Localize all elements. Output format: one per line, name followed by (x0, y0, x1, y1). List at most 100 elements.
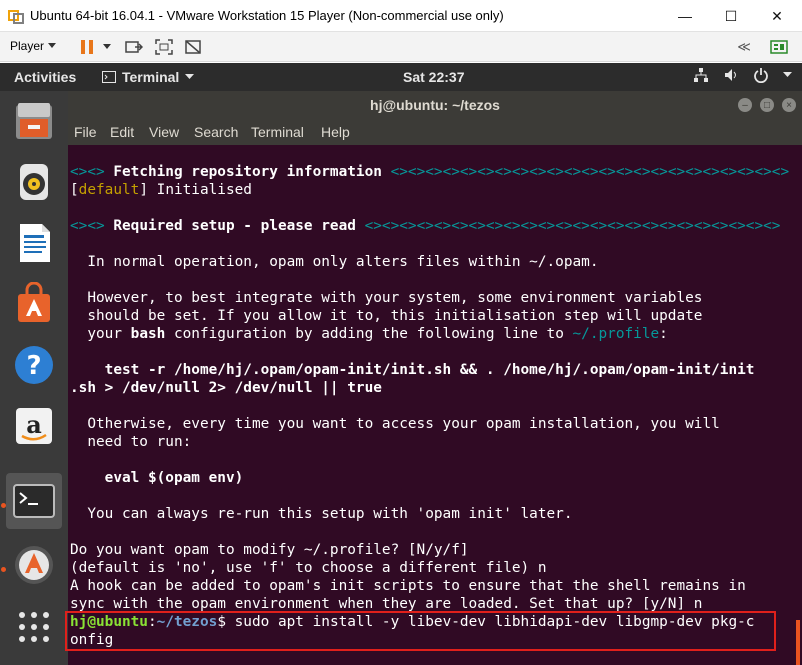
activities-button[interactable]: Activities (14, 69, 76, 85)
help-icon: ? (15, 346, 53, 384)
clock[interactable]: Sat 22:37 (403, 69, 464, 85)
terminal-text: [ (70, 182, 79, 198)
terminal-line: onfig (70, 631, 789, 649)
chevron-down-icon (185, 74, 195, 79)
terminal-text: onfig (70, 632, 114, 648)
terminal-text: sync with the opam environment when they… (70, 596, 703, 612)
volume-icon (725, 69, 736, 81)
close-button[interactable]: ✕ (754, 0, 800, 32)
terminal-text: <><> (70, 164, 114, 180)
menu-view[interactable]: View (149, 124, 179, 140)
terminal-line: <><> Fetching repository information <><… (70, 163, 789, 181)
software-updater-icon (15, 546, 53, 584)
terminal-text: need to run: (70, 434, 192, 450)
dock-libreoffice-writer[interactable] (6, 215, 62, 271)
network-icon (694, 68, 708, 82)
terminal-text: <><> (70, 218, 114, 234)
menu-help[interactable]: Help (321, 124, 350, 140)
terminal-line: A hook can be added to opam's init scrip… (70, 577, 789, 595)
power-icon (754, 68, 768, 83)
terminal-text: However, to best integrate with your sys… (70, 290, 703, 306)
pause-icon[interactable] (78, 38, 96, 56)
terminal-line: Do you want opam to modify ~/.profile? [… (70, 541, 789, 559)
terminal-text: Otherwise, every time you want to access… (70, 416, 720, 432)
menu-file[interactable]: File (74, 124, 97, 140)
dock-help[interactable]: ? (6, 337, 62, 393)
terminal-text: test -r /home/hj/.opam/opam-init/init.sh… (70, 362, 755, 378)
terminal-text: hj@ubuntu (70, 614, 148, 630)
terminal-text: your (70, 326, 131, 342)
dock-files[interactable] (6, 93, 62, 149)
vmware-titlebar: Ubuntu 64-bit 16.04.1 - VMware Workstati… (0, 0, 802, 32)
terminal-text: <><><><><><><><><><><><><><><><><><><><>… (355, 218, 781, 234)
terminal-text: Do you want opam to modify ~/.profile? [… (70, 542, 469, 558)
terminal-line: should be set. If you allow it to, this … (70, 307, 789, 325)
system-tray[interactable] (693, 67, 792, 83)
terminal-text: ~/.profile (572, 326, 660, 342)
terminal-text: should be set. If you allow it to, this … (70, 308, 703, 324)
player-menu-button[interactable]: Player (10, 39, 57, 53)
terminal-text: <><><><><><><><><><><><><><><><><><><><>… (381, 164, 790, 180)
terminal-line: You can always re-run this setup with 'o… (70, 505, 789, 523)
terminal-titlebar[interactable]: hj@ubuntu: ~/tezos – □ × (68, 91, 802, 119)
terminal-text: bash (130, 326, 166, 342)
terminal-text: (default is 'no', use 'f' to choose a di… (70, 560, 547, 576)
scrollbar-indicator[interactable] (796, 620, 800, 665)
terminal-line: <><> Required setup - please read <><><>… (70, 217, 789, 235)
terminal-small-icon (102, 71, 116, 83)
player-menu-label: Player (10, 39, 45, 53)
terminal-line: need to run: (70, 433, 789, 451)
terminal-menubar: File Edit View Search Terminal Help (68, 119, 802, 145)
terminal-line: eval $(opam env) (70, 469, 789, 487)
dropdown-arrow-icon (48, 43, 57, 48)
terminal-text: Fetching repository information (113, 164, 382, 180)
terminal-maximize-button[interactable]: □ (760, 98, 774, 112)
terminal-output[interactable]: <><> Fetching repository information <><… (68, 145, 802, 665)
collapse-toolbar-button[interactable]: ≪ (735, 38, 753, 56)
dock-software-updater[interactable] (6, 537, 62, 593)
terminal-close-button[interactable]: × (782, 98, 796, 112)
full-screen-icon[interactable] (155, 38, 173, 56)
dock-terminal[interactable] (6, 473, 62, 529)
gnome-top-bar: Activities Terminal Sat 22:37 (0, 63, 802, 91)
dock-amazon[interactable]: a (6, 398, 62, 454)
unity-mode-icon[interactable] (184, 38, 202, 56)
terminal-text: default (78, 182, 140, 198)
app-grid-icon (19, 612, 49, 642)
send-ctrl-alt-del-icon[interactable] (125, 38, 143, 56)
menu-terminal[interactable]: Terminal (251, 124, 304, 140)
vmware-logo-icon (8, 8, 24, 24)
ubuntu-dock: ? a (0, 91, 68, 665)
terminal-text: ~/tezos (156, 614, 218, 630)
dock-show-applications[interactable] (6, 599, 62, 655)
files-icon (16, 103, 52, 139)
pause-dropdown-icon[interactable] (98, 38, 116, 56)
terminal-lines: <><> Fetching repository information <><… (70, 163, 789, 649)
menu-edit[interactable]: Edit (110, 124, 134, 140)
terminal-text: Required setup - please read (113, 218, 356, 234)
chevron-down-icon (783, 72, 792, 77)
app-menu-label: Terminal (122, 69, 180, 85)
terminal-line: (default is 'no', use 'f' to choose a di… (70, 559, 789, 577)
terminal-line: hj@ubuntu:~/tezos$ sudo apt install -y l… (70, 613, 789, 631)
terminal-text: ] Initialised (139, 182, 252, 198)
terminal-line: sync with the opam environment when they… (70, 595, 789, 613)
terminal-minimize-button[interactable]: – (738, 98, 752, 112)
terminal-text: configuration by adding the following li… (165, 326, 573, 342)
dock-rhythmbox[interactable] (6, 154, 62, 210)
vmware-toolbar: Player ≪ (0, 32, 802, 62)
terminal-text: You can always re-run this setup with 'o… (70, 506, 573, 522)
rhythmbox-icon (20, 164, 48, 200)
minimize-button[interactable]: — (662, 0, 708, 32)
app-menu-button[interactable]: Terminal (102, 69, 195, 85)
terminal-title: hj@ubuntu: ~/tezos (370, 97, 500, 113)
maximize-button[interactable]: ☐ (708, 0, 754, 32)
terminal-line: In normal operation, opam only alters fi… (70, 253, 789, 271)
library-icon[interactable] (770, 38, 788, 56)
terminal-line: .sh > /dev/null 2> /dev/null || true (70, 379, 789, 397)
dock-ubuntu-software[interactable] (6, 276, 62, 332)
menu-search[interactable]: Search (194, 124, 238, 140)
